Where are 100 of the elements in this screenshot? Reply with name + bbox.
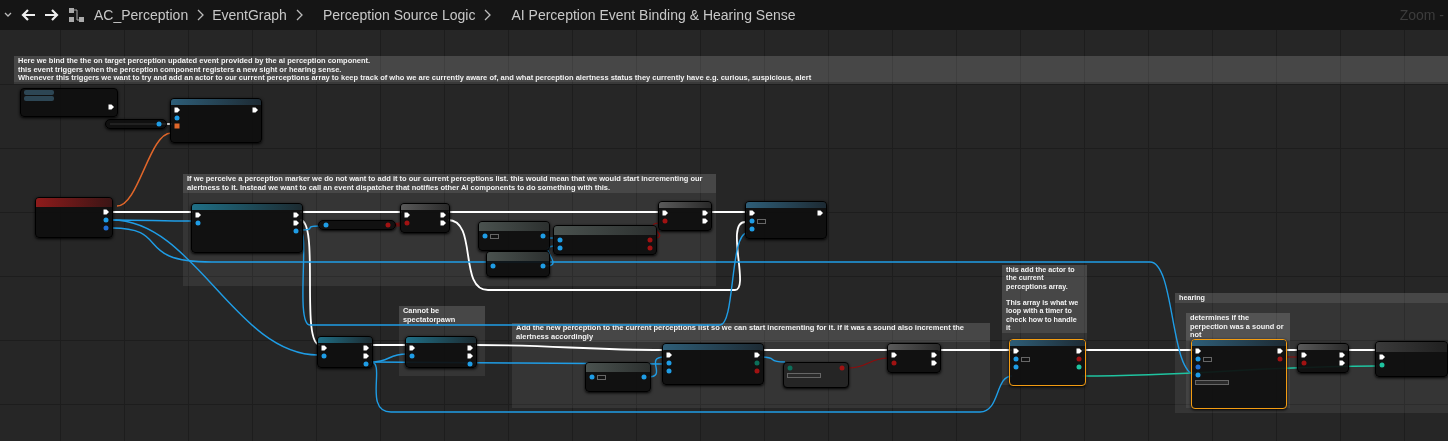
exec-pin-icon[interactable] xyxy=(1195,348,1201,354)
exec-pin-icon[interactable] xyxy=(195,212,201,218)
graph-node[interactable] xyxy=(405,336,477,368)
graph-node[interactable] xyxy=(1375,341,1448,377)
exec-pin-icon[interactable] xyxy=(363,345,369,351)
graph-node[interactable] xyxy=(478,221,550,251)
pin-icon[interactable] xyxy=(482,233,488,239)
exec-pin-icon[interactable] xyxy=(108,104,114,110)
pin-icon[interactable] xyxy=(641,374,647,380)
pin-icon[interactable] xyxy=(293,228,299,234)
breadcrumb-link[interactable]: AC_Perception xyxy=(94,4,189,26)
pin-icon[interactable] xyxy=(103,217,109,223)
pin-icon[interactable] xyxy=(409,353,415,359)
exec-pin-icon[interactable] xyxy=(103,209,109,215)
graph-node[interactable] xyxy=(887,343,941,373)
exec-pin-icon[interactable] xyxy=(1301,352,1307,358)
dropdown-caret-icon[interactable] xyxy=(4,12,12,18)
pin-icon[interactable] xyxy=(490,263,496,269)
value-field[interactable] xyxy=(757,218,766,224)
pin-icon[interactable] xyxy=(666,368,672,374)
exec-pin-icon[interactable] xyxy=(702,210,708,216)
exec-pin-icon[interactable] xyxy=(404,212,410,218)
pin-icon[interactable] xyxy=(156,121,162,127)
graph-node[interactable] xyxy=(486,251,550,277)
graph-node[interactable] xyxy=(105,119,167,129)
exec-pin-icon[interactable] xyxy=(440,212,446,218)
graph-node[interactable] xyxy=(1009,339,1086,386)
forward-arrow-icon[interactable] xyxy=(44,8,60,22)
graph-node[interactable] xyxy=(35,197,113,238)
graph-node[interactable] xyxy=(191,203,303,253)
exec-pin-icon[interactable] xyxy=(1277,348,1283,354)
pin-icon[interactable] xyxy=(321,353,327,359)
graph-node[interactable] xyxy=(1297,343,1349,373)
exec-pin-icon[interactable] xyxy=(702,218,708,224)
graph-node[interactable] xyxy=(1191,339,1287,409)
exec-pin-icon[interactable] xyxy=(931,360,937,366)
graph-node[interactable] xyxy=(585,362,651,392)
exec-pin-icon[interactable] xyxy=(409,345,415,351)
pin-icon[interactable] xyxy=(1195,372,1201,378)
pin-icon[interactable] xyxy=(363,361,369,367)
pin-icon[interactable] xyxy=(749,226,755,232)
dropdown-field[interactable] xyxy=(1195,380,1229,385)
pin-icon[interactable] xyxy=(666,360,672,366)
exec-pin-icon[interactable] xyxy=(1339,360,1345,366)
exec-pin-icon[interactable] xyxy=(754,352,760,358)
graph-node[interactable] xyxy=(318,220,396,230)
value-field[interactable] xyxy=(1021,356,1030,362)
exec-pin-icon[interactable] xyxy=(293,212,299,218)
exec-pin-icon[interactable] xyxy=(1013,348,1019,354)
graph-node[interactable] xyxy=(658,201,712,231)
value-field[interactable] xyxy=(490,233,499,239)
graph-node[interactable] xyxy=(400,203,450,233)
graph-node[interactable] xyxy=(20,88,118,117)
graph-node[interactable] xyxy=(745,201,827,239)
exec-pin-icon[interactable] xyxy=(174,107,180,113)
graph-node[interactable] xyxy=(553,225,657,255)
pin-icon[interactable] xyxy=(174,115,180,121)
exec-pin-icon[interactable] xyxy=(1339,352,1345,358)
breadcrumb-link[interactable]: Perception Source Logic xyxy=(322,4,476,26)
exec-pin-icon[interactable] xyxy=(252,107,258,113)
exec-pin-icon[interactable] xyxy=(363,353,369,359)
pin-icon[interactable] xyxy=(540,263,546,269)
exec-pin-icon[interactable] xyxy=(1379,354,1385,360)
exec-pin-icon[interactable] xyxy=(1076,348,1082,354)
graph-node[interactable] xyxy=(170,98,262,143)
exec-pin-icon[interactable] xyxy=(467,353,473,359)
pin-icon[interactable] xyxy=(1379,362,1385,368)
exec-pin-icon[interactable] xyxy=(666,352,672,358)
dropdown-field[interactable] xyxy=(787,373,821,378)
pin-icon[interactable] xyxy=(195,220,201,226)
pin-icon[interactable] xyxy=(1076,364,1082,370)
exec-pin-icon[interactable] xyxy=(440,220,446,226)
pin-icon[interactable] xyxy=(1013,364,1019,370)
pin-icon[interactable] xyxy=(589,374,595,380)
pin-icon[interactable] xyxy=(323,222,329,228)
back-arrow-icon[interactable] xyxy=(20,8,36,22)
exec-pin-icon[interactable] xyxy=(749,210,755,216)
value-field[interactable] xyxy=(597,374,606,380)
graph-node[interactable] xyxy=(783,362,849,388)
exec-pin-icon[interactable] xyxy=(662,210,668,216)
pin-icon[interactable] xyxy=(1195,356,1201,362)
pin-icon[interactable] xyxy=(1195,364,1201,370)
exec-pin-icon[interactable] xyxy=(467,345,473,351)
breadcrumb-link[interactable]: EventGraph xyxy=(212,4,287,26)
pin-icon[interactable] xyxy=(103,225,109,231)
graph-node[interactable] xyxy=(317,336,373,368)
exec-pin-icon[interactable] xyxy=(293,220,299,226)
pin-icon[interactable] xyxy=(540,233,546,239)
exec-pin-icon[interactable] xyxy=(891,352,897,358)
value-field[interactable] xyxy=(1203,356,1212,362)
pin-icon[interactable] xyxy=(557,237,563,243)
exec-pin-icon[interactable] xyxy=(931,352,937,358)
pin-icon[interactable] xyxy=(557,245,563,251)
pin-icon[interactable] xyxy=(1013,356,1019,362)
exec-pin-icon[interactable] xyxy=(321,345,327,351)
exec-pin-icon[interactable] xyxy=(817,210,823,216)
graph-node[interactable] xyxy=(662,343,764,385)
pin-icon[interactable] xyxy=(749,218,755,224)
pin-icon[interactable] xyxy=(467,361,473,367)
breadcrumb-link[interactable]: AI Perception Event Binding & Hearing Sense xyxy=(511,4,796,26)
